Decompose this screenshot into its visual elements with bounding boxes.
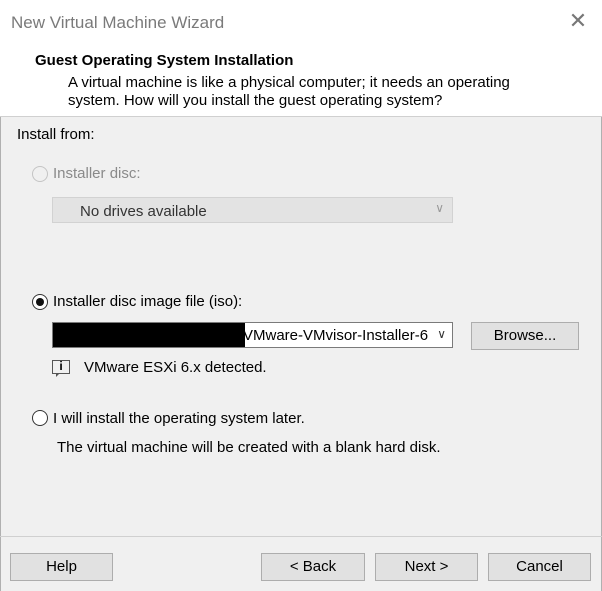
iso-path-value: VMware-VMvisor-Installer-6 xyxy=(243,327,428,344)
disc-drive-value: No drives available xyxy=(80,203,207,220)
install-later-note: The virtual machine will be created with… xyxy=(57,439,441,456)
back-button[interactable]: < Back xyxy=(261,553,365,581)
info-icon: i xyxy=(52,359,70,377)
iso-label: Installer disc image file (iso): xyxy=(53,293,243,310)
detected-os-text: VMware ESXi 6.x detected. xyxy=(84,359,267,376)
chevron-down-icon: ∨ xyxy=(435,201,444,215)
wizard-header: Guest Operating System Installation A vi… xyxy=(0,44,602,117)
iso-path-combobox[interactable]: VMware-VMvisor-Installer-6 ∨ xyxy=(52,322,453,348)
browse-button[interactable]: Browse... xyxy=(471,322,579,350)
install-from-label: Install from: xyxy=(17,126,95,143)
window-title: New Virtual Machine Wizard xyxy=(11,13,225,32)
install-later-label: I will install the operating system late… xyxy=(53,410,305,427)
cancel-button[interactable]: Cancel xyxy=(488,553,591,581)
install-later-radio[interactable] xyxy=(32,410,48,426)
installer-disc-radio[interactable] xyxy=(32,166,48,182)
next-button[interactable]: Next > xyxy=(375,553,478,581)
title-bar: New Virtual Machine Wizard ✕ xyxy=(0,0,602,44)
redacted-path xyxy=(53,323,245,347)
installer-disc-label: Installer disc: xyxy=(53,165,141,182)
iso-radio[interactable] xyxy=(32,294,48,310)
disc-drive-dropdown[interactable]: No drives available ∨ xyxy=(52,197,453,223)
radio-selected-dot xyxy=(36,298,44,306)
close-icon[interactable]: ✕ xyxy=(566,10,590,34)
help-button[interactable]: Help xyxy=(10,553,113,581)
chevron-down-icon[interactable]: ∨ xyxy=(437,327,446,341)
description-line-2: system. How will you install the guest o… xyxy=(68,92,443,109)
description-line-1: A virtual machine is like a physical com… xyxy=(68,74,510,91)
footer-divider xyxy=(0,536,602,537)
page-title: Guest Operating System Installation xyxy=(35,52,294,69)
page-description: A virtual machine is like a physical com… xyxy=(68,74,548,110)
